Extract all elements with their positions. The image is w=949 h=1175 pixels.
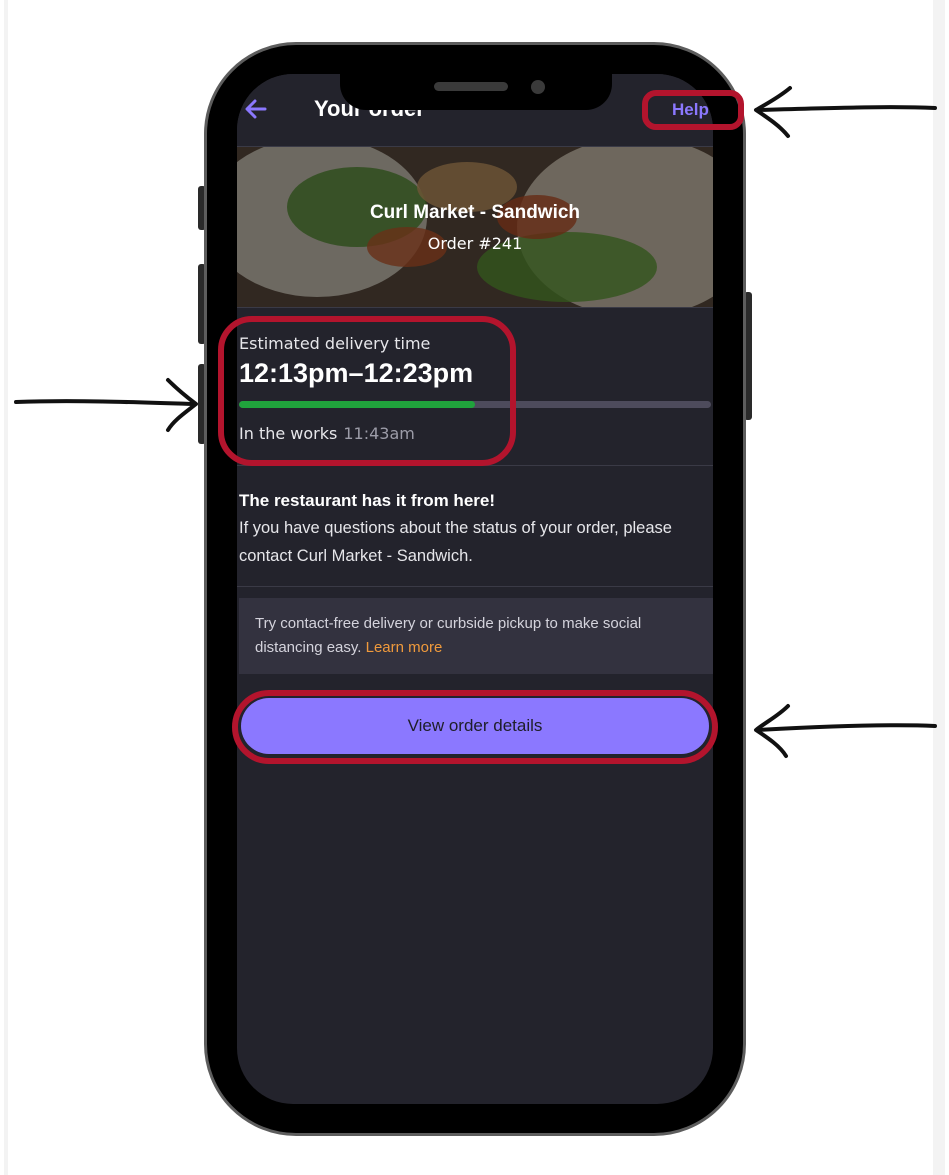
contact-free-tip: Try contact-free delivery or curbside pi… <box>239 598 713 674</box>
arrow-pointing-to-delivery-time-icon <box>14 378 198 432</box>
estimated-delivery-label: Estimated delivery time <box>239 334 431 353</box>
order-status: In the works 11:43am <box>239 424 415 443</box>
restaurant-hero-image: Curl Market - Sandwich Order #241 <box>237 147 713 307</box>
learn-more-link[interactable]: Learn more <box>366 639 443 656</box>
divider <box>237 586 713 587</box>
order-status-time: 11:43am <box>343 424 415 443</box>
restaurant-note-body: If you have questions about the status o… <box>239 519 672 565</box>
divider <box>237 307 713 308</box>
help-link[interactable]: Help <box>672 100 709 120</box>
tip-message: Try contact-free delivery or curbside pi… <box>255 615 642 656</box>
arrow-pointing-to-view-order-details-icon <box>754 704 937 758</box>
tip-text: Try contact-free delivery or curbside pi… <box>255 612 705 660</box>
estimated-delivery-time: 12:13pm–12:23pm <box>239 358 474 388</box>
arrow-left-icon <box>245 99 267 119</box>
phone-speaker <box>434 82 508 91</box>
divider <box>237 465 713 466</box>
order-status-text: In the works <box>239 424 338 443</box>
phone-screen: Your order Help Curl Market - Sandwich O… <box>237 74 713 1104</box>
view-order-details-button[interactable]: View order details <box>241 698 709 754</box>
restaurant-note-heading: The restaurant has it from here! <box>239 491 496 510</box>
restaurant-name: Curl Market - Sandwich <box>369 202 581 223</box>
phone-camera <box>531 80 545 94</box>
back-button[interactable] <box>243 96 273 124</box>
order-number: Order #241 <box>427 234 523 253</box>
food-photo <box>237 147 713 307</box>
delivery-progress-bar <box>239 401 711 408</box>
delivery-progress-fill <box>239 401 475 408</box>
arrow-pointing-to-help-icon <box>754 86 937 138</box>
